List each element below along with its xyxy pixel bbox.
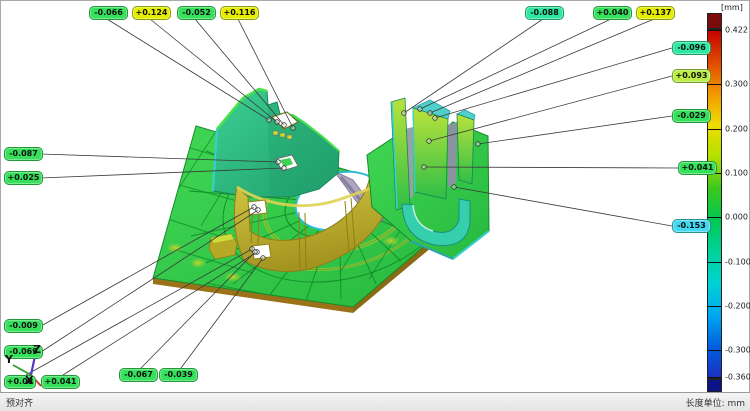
deviation-label[interactable]: -0.009 [4,319,43,333]
measurement-point-marker [427,139,432,144]
measurement-point-marker [452,185,457,190]
measurement-point-marker [476,142,481,147]
leader-line [420,19,611,109]
deviation-label[interactable]: +0.040 [593,6,632,20]
leader-line [404,19,543,113]
axis-z-label: Z [33,343,41,356]
deviation-label[interactable]: -0.052 [177,6,216,20]
deviation-label[interactable]: -0.039 [159,368,198,382]
measurement-point-marker [418,107,423,112]
deviation-label[interactable]: -0.088 [525,6,564,20]
axis-y-label: Y [5,353,13,366]
deviation-label[interactable]: -0.029 [672,109,711,123]
measurement-point-marker [261,256,266,261]
measurement-point-marker [402,111,407,116]
measurement-point-marker [253,250,258,255]
deviation-label[interactable]: +0.041 [678,161,717,175]
measurement-point-marker [282,123,287,128]
back-wall [213,89,339,197]
deviation-label[interactable]: -0.096 [672,41,711,55]
leader-line [26,249,252,375]
measurement-point-marker [275,120,280,125]
leader-line [429,76,672,141]
leader-line [430,19,654,113]
measurement-point-marker [276,160,281,165]
deviation-label[interactable]: +0.124 [132,6,171,20]
deviation-model-canvas [1,1,750,393]
alignment-status-text: 预对齐 [6,396,33,409]
measurement-point-marker [428,111,433,116]
leader-line [150,19,277,122]
deviation-label[interactable]: -0.087 [4,147,43,161]
leader-line [107,19,269,120]
deviation-label[interactable]: -0.067 [119,368,158,382]
deviation-label[interactable]: +0.137 [636,6,675,20]
measurement-point-marker [252,205,257,210]
3d-viewport[interactable]: Z Y X -0.066 +0.124 -0.052 +0.116 -0.088 +0.0… [0,0,750,393]
measurement-point-marker [422,165,427,170]
deviation-label[interactable]: -0.066 [89,6,128,20]
measurement-point-marker [433,116,438,121]
deviation-label[interactable]: +0.025 [4,171,43,185]
measurement-point-marker [282,166,287,171]
measurement-point-marker [291,126,296,131]
measurement-point-marker [267,118,272,123]
length-unit-text: 长度单位: mm [686,396,745,409]
deviation-label[interactable]: +0.116 [220,6,259,20]
measurement-point-marker [256,208,261,213]
axis-x-label: X [25,374,33,387]
deviation-label[interactable]: +0.093 [672,69,711,83]
deviation-label[interactable]: +0.041 [41,375,80,389]
deviation-label[interactable]: -0.153 [672,219,711,233]
status-bar: 预对齐 长度单位: mm [0,392,750,411]
